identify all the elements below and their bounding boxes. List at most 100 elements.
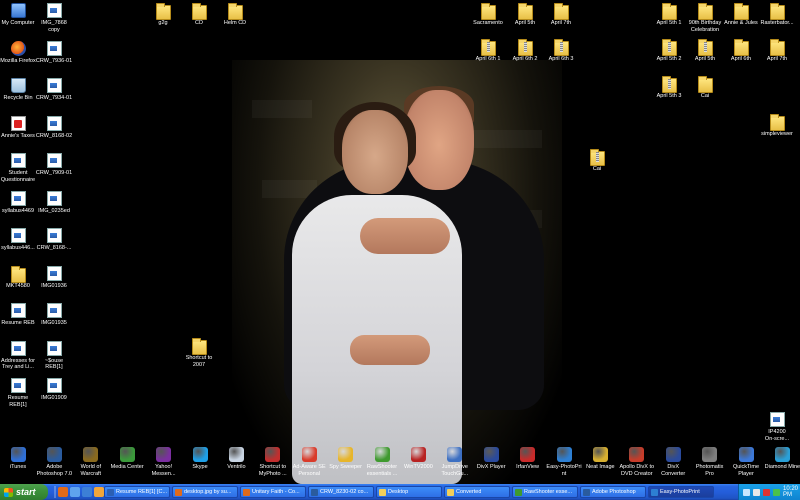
taskbar-button-label: Easy-PhotoPrint: [660, 489, 700, 495]
messenger-icon[interactable]: [773, 488, 780, 496]
system-tray: 10:20 PM: [738, 484, 800, 500]
photomatix-icon: [702, 447, 718, 462]
volume-icon[interactable]: [753, 488, 760, 496]
taskbar-button-label: Converted: [456, 489, 482, 495]
image-file-icon: [46, 303, 62, 318]
desktop-icon[interactable]: CRW_7909-01: [27, 153, 81, 177]
desktop-icon[interactable]: CRW_7934-01: [27, 78, 81, 102]
desktop-icon[interactable]: April 7th: [534, 3, 588, 27]
diamond-mine-icon: [774, 447, 790, 462]
taskbar-button-label: RawShooter esse...: [524, 489, 572, 495]
jumpdrive-icon: [447, 447, 463, 462]
zip-folder-icon: [589, 149, 605, 166]
document-icon: [10, 190, 26, 206]
divx-converter-icon: [665, 447, 681, 462]
network-icon[interactable]: [743, 488, 750, 496]
desktop-icon[interactable]: IMG_0235ed: [27, 190, 81, 215]
clock[interactable]: 10:20 PM: [783, 486, 798, 498]
taskbar-button[interactable]: Desktop: [376, 486, 442, 498]
irfanview-icon: [520, 447, 536, 462]
desktop-icon[interactable]: CRW_8168-...: [27, 228, 81, 252]
desktop-icon-label: CD: [195, 20, 203, 26]
folder-icon: [227, 3, 243, 20]
desktop-icon[interactable]: Helm CD: [208, 3, 262, 27]
folder-icon: [769, 3, 785, 20]
folder-icon: [661, 3, 677, 20]
easy-photoprint-icon: [556, 447, 572, 462]
desktop-icon[interactable]: Cai: [570, 149, 624, 173]
desktop-icon-label: April 7th: [550, 20, 572, 26]
desktop-icon[interactable]: CRW_7936-01: [27, 40, 81, 65]
zip-folder-icon: [480, 39, 496, 56]
desktop-icon-label: IP4200 On-scre...: [764, 429, 790, 442]
taskbar-button[interactable]: Adobe Photoshop: [580, 486, 646, 498]
desktop-icon-label: iTunes: [9, 464, 27, 470]
woman-face: [342, 110, 408, 194]
desktop-icon[interactable]: IMG01936: [27, 265, 81, 290]
ad-aware-icon: [301, 447, 317, 462]
pdf-icon: [10, 115, 26, 131]
desktop-icon[interactable]: Cai: [678, 76, 732, 100]
desktop-icon[interactable]: IMG01909: [27, 378, 81, 402]
firefox-icon: [175, 488, 182, 496]
zip-folder-icon: [697, 39, 713, 56]
desktop-icon[interactable]: IP4200 On-scre...: [750, 412, 800, 442]
neat-image-icon: [592, 447, 608, 462]
media-player-icon[interactable]: [94, 487, 104, 497]
desktop-icon-label: IMG_7868 copy: [41, 20, 67, 33]
ie-icon[interactable]: [82, 487, 92, 497]
zip-folder-icon: [661, 39, 677, 56]
desktop-icon-label: April 5th: [694, 56, 716, 62]
desktop-icon[interactable]: simpleviewer: [750, 114, 800, 138]
recycle-bin-icon: [10, 78, 26, 93]
rawshooter-icon: [515, 488, 522, 496]
desktop-icon-label: Skype: [192, 464, 208, 470]
wintv-icon: [410, 447, 426, 462]
spy-sweeper-icon: [338, 447, 354, 462]
image-file-icon: [46, 190, 62, 206]
folder-icon: [733, 3, 749, 20]
ventrilo-icon: [228, 447, 244, 462]
firefox-icon[interactable]: [58, 487, 68, 497]
taskbar-button[interactable]: Resume REB[1] [C...: [104, 486, 170, 498]
desktop-icon[interactable]: IMG_7868 copy: [27, 3, 81, 33]
taskbar-button[interactable]: RawShooter esse...: [512, 486, 578, 498]
desktop-icon-label: simpleviewer: [761, 131, 793, 137]
start-button[interactable]: start: [0, 484, 48, 500]
folder-icon: [480, 3, 496, 20]
skype-icon: [192, 447, 208, 462]
zip-folder-icon: [517, 39, 533, 56]
taskbar-button[interactable]: CRW_8230-02 co...: [308, 486, 374, 498]
taskbar-button-label: Adobe Photoshop: [592, 489, 636, 495]
desktop-icon-label: Rasterbator...: [760, 20, 794, 26]
desktop[interactable]: My Computer IMG_7868 copy Mozilla Firefox C…: [0, 0, 800, 484]
desktop-icon-label: IMG01936: [41, 282, 67, 289]
desktop-icon[interactable]: Rasterbator...: [750, 3, 800, 27]
taskbar-button[interactable]: Unitary Faith - Co...: [240, 486, 306, 498]
desktop-icon[interactable]: April 7th: [750, 39, 800, 63]
folder-icon: [697, 76, 713, 93]
show-desktop-icon[interactable]: [70, 487, 80, 497]
desktop-icon-label: CRW_7934-01: [35, 95, 73, 101]
document-icon: [46, 340, 62, 356]
taskbar-button[interactable]: Easy-PhotoPrint: [648, 486, 714, 498]
folder-icon: [733, 39, 749, 56]
divx-player-icon: [483, 447, 499, 462]
desktop-icon[interactable]: Diamond Mine: [755, 447, 800, 471]
easy-photoprint-icon: [651, 488, 658, 496]
folder-icon: [769, 39, 785, 56]
zip-folder-icon: [661, 76, 677, 93]
desktop-icon[interactable]: CRW_8168-02: [27, 115, 81, 140]
desktop-icon[interactable]: April 6th 3: [534, 39, 588, 63]
desktop-icon[interactable]: Shortcut to 2007: [172, 338, 226, 368]
desktop-icon[interactable]: IMG01935: [27, 303, 81, 327]
taskbar-button-label: Desktop: [388, 489, 409, 495]
taskbar-button[interactable]: Converted: [444, 486, 510, 498]
antivirus-icon[interactable]: [763, 488, 770, 496]
photoshop-icon: [311, 488, 318, 496]
desktop-icon[interactable]: ~$ouse REB[1]: [27, 340, 81, 371]
folder-icon: [553, 3, 569, 20]
word-icon: [107, 488, 114, 496]
document-icon: [10, 228, 26, 243]
taskbar-button[interactable]: desktop.jpg by su...: [172, 486, 238, 498]
